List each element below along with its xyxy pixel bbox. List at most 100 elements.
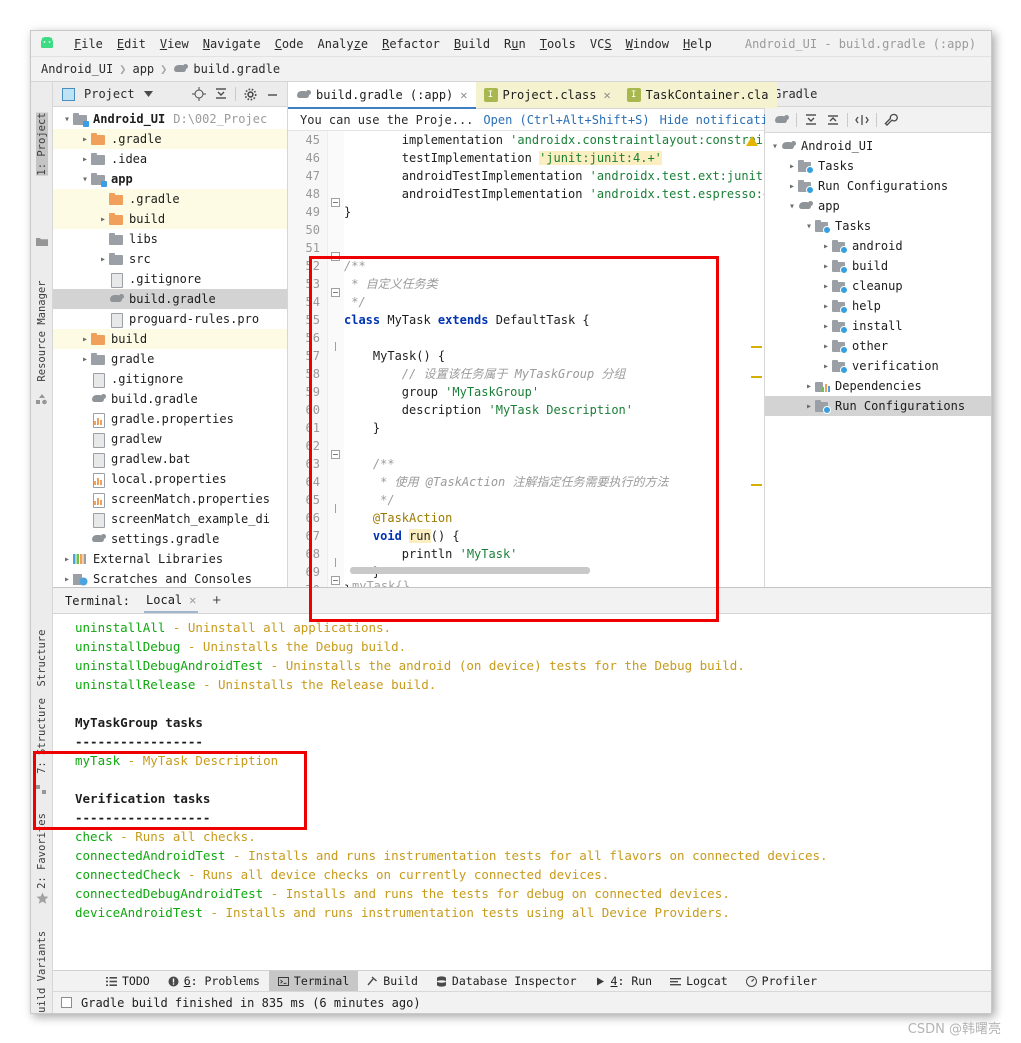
code-line[interactable] bbox=[344, 221, 764, 239]
code-line[interactable]: println 'MyTask' bbox=[344, 545, 764, 563]
gradle-node-build[interactable]: ▸ build bbox=[765, 256, 991, 276]
code-folding-column[interactable] bbox=[328, 131, 344, 587]
tree-node-libs[interactable]: libs bbox=[53, 229, 287, 249]
code-line[interactable]: androidTestImplementation 'androidx.test… bbox=[344, 185, 764, 203]
tool-button-logcat[interactable]: Logcat bbox=[661, 971, 737, 992]
tree-node-build-gradle[interactable]: build.gradle bbox=[53, 289, 287, 309]
tree-node-gradle-properties[interactable]: gradle.properties bbox=[53, 409, 287, 429]
code-line[interactable]: group 'MyTaskGroup' bbox=[344, 383, 764, 401]
code-line[interactable]: */ bbox=[344, 293, 764, 311]
gradle-node-tasks[interactable]: ▾ Tasks bbox=[765, 216, 991, 236]
chevron-right-icon[interactable]: ▸ bbox=[97, 214, 109, 225]
code-line[interactable]: * 自定义任务类 bbox=[344, 275, 764, 293]
tree-node--gradle[interactable]: ▸ .gradle bbox=[53, 129, 287, 149]
chevron-right-icon[interactable]: ▸ bbox=[79, 334, 91, 345]
chevron-down-icon[interactable]: ▾ bbox=[803, 221, 815, 232]
gradle-task-tree[interactable]: ▾ Android_UI ▸ Tasks ▸ Run Configurations ▾ app… bbox=[765, 133, 991, 587]
tree-node--idea[interactable]: ▸ .idea bbox=[53, 149, 287, 169]
gradle-node-dependencies[interactable]: ▸ Dependencies bbox=[765, 376, 991, 396]
close-icon[interactable]: ✕ bbox=[603, 88, 610, 102]
chevron-right-icon[interactable]: ▸ bbox=[61, 574, 73, 585]
expand-all-icon[interactable] bbox=[803, 112, 819, 128]
gradle-node-help[interactable]: ▸ help bbox=[765, 296, 991, 316]
chevron-right-icon[interactable]: ▸ bbox=[786, 181, 798, 192]
tree-node-src[interactable]: ▸ src bbox=[53, 249, 287, 269]
tree-node-gradle[interactable]: ▸ gradle bbox=[53, 349, 287, 369]
gradle-node-install[interactable]: ▸ install bbox=[765, 316, 991, 336]
menu-help[interactable]: Help bbox=[676, 36, 719, 52]
collapse-all-icon[interactable] bbox=[825, 112, 841, 128]
code-line[interactable]: testImplementation 'junit:junit:4.+' bbox=[344, 149, 764, 167]
chevron-right-icon[interactable]: ▸ bbox=[786, 161, 798, 172]
terminal-tab-local[interactable]: Local ✕ bbox=[144, 593, 199, 613]
fold-marker[interactable] bbox=[331, 342, 340, 351]
code-line[interactable]: } bbox=[344, 203, 764, 221]
menu-analyze[interactable]: Analyze bbox=[311, 36, 376, 52]
chevron-right-icon[interactable]: ▸ bbox=[79, 134, 91, 145]
gradle-node-other[interactable]: ▸ other bbox=[765, 336, 991, 356]
gradle-node-app[interactable]: ▾ app bbox=[765, 196, 991, 216]
chevron-right-icon[interactable]: ▸ bbox=[803, 381, 815, 392]
code-line[interactable] bbox=[344, 239, 764, 257]
collapse-all-icon[interactable] bbox=[213, 86, 229, 102]
rail-item-structure[interactable]: 7: Structure bbox=[36, 698, 48, 774]
fold-marker[interactable] bbox=[331, 198, 340, 207]
chevron-right-icon[interactable]: ▸ bbox=[820, 361, 832, 372]
tool-button-run[interactable]: 4: Run bbox=[586, 971, 662, 992]
code-editor[interactable]: 45 46 47 48 49 50 51 52 53 54 55 56 57 58 59 60 61 62 63 64… bbox=[288, 131, 764, 587]
chevron-right-icon[interactable]: ▸ bbox=[803, 401, 815, 412]
gradle-node-run-configurations[interactable]: ▸ Run Configurations bbox=[765, 396, 991, 416]
tree-node-proguard-rules-pro[interactable]: proguard-rules.pro bbox=[53, 309, 287, 329]
chevron-right-icon[interactable]: ▸ bbox=[820, 261, 832, 272]
tool-button-build[interactable]: Build bbox=[358, 971, 427, 992]
tree-node-screenmatch-properties[interactable]: screenMatch.properties bbox=[53, 489, 287, 509]
menu-vcs[interactable]: VCS bbox=[583, 36, 619, 52]
chevron-right-icon[interactable]: ▸ bbox=[820, 281, 832, 292]
chevron-right-icon[interactable]: ▸ bbox=[79, 354, 91, 365]
breadcrumb-item-module[interactable]: app bbox=[132, 62, 154, 76]
code-line[interactable]: MyTask() { bbox=[344, 347, 764, 365]
menu-view[interactable]: View bbox=[153, 36, 196, 52]
tab-taskcontainer-class[interactable]: I TaskContainer.cla bbox=[618, 82, 777, 108]
gradle-elephant-icon[interactable] bbox=[774, 112, 790, 128]
notification-open-link[interactable]: Open (Ctrl+Alt+Shift+S) bbox=[483, 113, 649, 127]
code-line[interactable]: */ bbox=[344, 491, 764, 509]
code-text[interactable]: implementation 'androidx.constraintlayou… bbox=[344, 131, 764, 587]
menu-code[interactable]: Code bbox=[268, 36, 311, 52]
tab-build-gradle[interactable]: build.gradle (:app) ✕ bbox=[288, 82, 476, 109]
tree-node-external-libraries[interactable]: ▸ External Libraries bbox=[53, 549, 287, 569]
tool-button-problems[interactable]: 6: Problems bbox=[159, 971, 269, 992]
code-line[interactable] bbox=[344, 437, 764, 455]
fold-marker[interactable] bbox=[331, 504, 340, 513]
code-line[interactable]: } bbox=[344, 419, 764, 437]
tree-node-build[interactable]: ▸ build bbox=[53, 209, 287, 229]
menu-window[interactable]: Window bbox=[619, 36, 676, 52]
fold-marker[interactable] bbox=[331, 558, 340, 567]
gradle-node-cleanup[interactable]: ▸ cleanup bbox=[765, 276, 991, 296]
code-line[interactable]: /** bbox=[344, 455, 764, 473]
menu-navigate[interactable]: Navigate bbox=[196, 36, 268, 52]
code-line[interactable]: androidTestImplementation 'androidx.test… bbox=[344, 167, 764, 185]
chevron-right-icon[interactable]: ▸ bbox=[97, 254, 109, 265]
menu-build[interactable]: Build bbox=[447, 36, 497, 52]
code-line[interactable]: // 设置该任务属于 MyTaskGroup 分组 bbox=[344, 365, 764, 383]
project-file-tree[interactable]: ▾ Android_UI D:\002_Projec ▸ .gradle ▸ .idea ▾ a… bbox=[53, 107, 287, 587]
tree-node-settings-gradle[interactable]: settings.gradle bbox=[53, 529, 287, 549]
code-line[interactable] bbox=[344, 329, 764, 347]
toggle-offline-icon[interactable] bbox=[854, 112, 870, 128]
gradle-node-tasks[interactable]: ▸ Tasks bbox=[765, 156, 991, 176]
tree-node--gitignore[interactable]: .gitignore bbox=[53, 369, 287, 389]
event-log-icon[interactable] bbox=[61, 997, 72, 1008]
chevron-right-icon[interactable]: ▸ bbox=[820, 341, 832, 352]
breadcrumb-item-project[interactable]: Android_UI bbox=[41, 62, 113, 76]
settings-gear-icon[interactable] bbox=[242, 86, 258, 102]
breadcrumb-item-file[interactable]: build.gradle bbox=[193, 62, 280, 76]
code-line[interactable]: void run() { bbox=[344, 527, 764, 545]
chevron-right-icon[interactable]: ▸ bbox=[820, 321, 832, 332]
tree-node-app[interactable]: ▾ app bbox=[53, 169, 287, 189]
tree-node-gradlew[interactable]: gradlew bbox=[53, 429, 287, 449]
close-icon[interactable]: ✕ bbox=[189, 593, 196, 607]
chevron-right-icon[interactable]: ▸ bbox=[820, 301, 832, 312]
chevron-down-icon[interactable] bbox=[141, 86, 157, 102]
tree-node-build[interactable]: ▸ build bbox=[53, 329, 287, 349]
